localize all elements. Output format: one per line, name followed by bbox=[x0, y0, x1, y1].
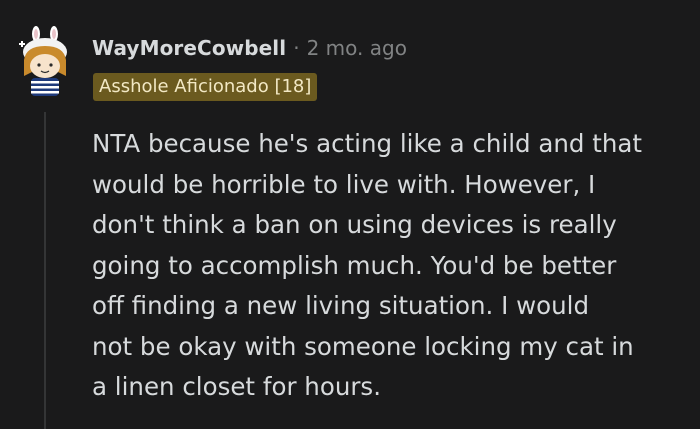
comment-body-line: a linen closet for hours. bbox=[92, 372, 381, 401]
comment-header: WayMoreCowbell · 2 mo. ago bbox=[92, 36, 407, 60]
user-avatar[interactable] bbox=[14, 26, 76, 98]
meta-separator: · bbox=[293, 36, 300, 60]
bunny-ears-avatar-icon bbox=[19, 26, 67, 96]
thread-collapse-line[interactable] bbox=[44, 112, 46, 429]
author-username[interactable]: WayMoreCowbell bbox=[92, 36, 286, 60]
user-flair-badge: Asshole Aficionado [18] bbox=[93, 73, 318, 101]
comment-body-line: off finding a new living situation. I wo… bbox=[92, 291, 590, 320]
comment-body-line: NTA because he's acting like a child and… bbox=[92, 129, 643, 158]
comment-body-line: not be okay with someone locking my cat … bbox=[92, 331, 634, 361]
comment-body-line: don't think a ban on using devices is re… bbox=[92, 210, 617, 239]
comment-body-line: going to accomplish much. You'd be bette… bbox=[92, 250, 617, 280]
comment-timestamp[interactable]: 2 mo. ago bbox=[307, 36, 407, 60]
comment-body-line: would be horrible to live with. However,… bbox=[92, 169, 596, 199]
comment-body: NTA because he's acting like a child and… bbox=[92, 124, 692, 408]
comment-page: WayMoreCowbell · 2 mo. ago Asshole Afici… bbox=[0, 0, 700, 429]
